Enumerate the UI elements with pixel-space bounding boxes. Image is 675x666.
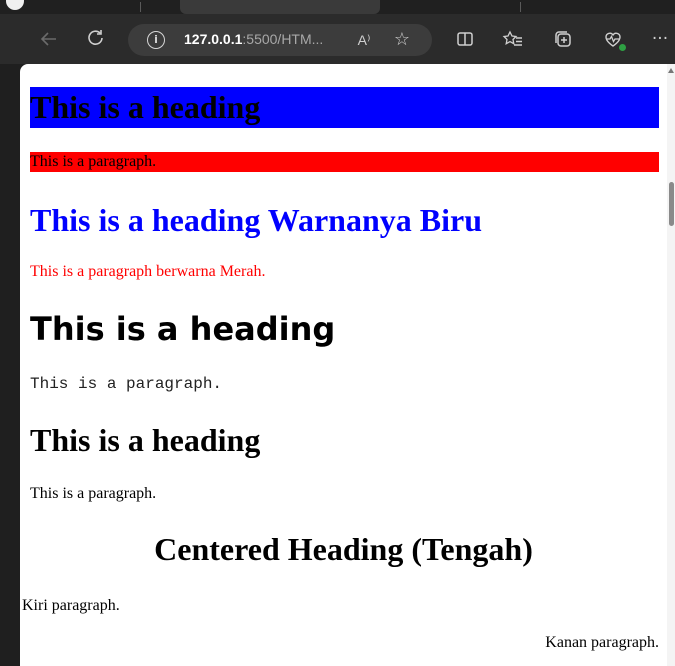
browser-toolbar: i 127.0.0.1:5500/HTM... A⁾ ☆ ··· [0, 14, 675, 64]
tab-separator [140, 2, 141, 12]
paragraph-plain: This is a paragraph. [30, 485, 157, 502]
paragraph-monospace: This is a paragraph. [30, 375, 223, 393]
back-icon[interactable] [36, 26, 62, 52]
profile-avatar[interactable] [6, 0, 24, 10]
heading-blue-text: This is a heading Warnanya Biru [30, 202, 482, 238]
paragraph-red-background: This is a paragraph. [30, 152, 659, 172]
paragraph-left: Kiri paragraph. [22, 597, 120, 614]
split-screen-icon[interactable] [452, 26, 478, 52]
window-edge [0, 64, 20, 666]
more-icon[interactable]: ··· [648, 26, 672, 52]
read-aloud-icon[interactable]: A⁾ [352, 28, 376, 52]
url-path: :5500/HTM... [242, 31, 324, 47]
active-tab[interactable] [180, 0, 380, 14]
health-icon[interactable] [600, 26, 626, 52]
status-dot [619, 44, 626, 51]
scroll-up-arrow-icon[interactable] [668, 68, 674, 73]
collections-icon[interactable] [550, 26, 576, 52]
vertical-scrollbar[interactable] [667, 64, 675, 666]
favorite-star-icon[interactable]: ☆ [390, 28, 414, 52]
paragraph-red-text: This is a paragraph berwarna Merah. [30, 263, 266, 280]
tab-separator [520, 2, 521, 12]
tab-strip [0, 0, 675, 14]
heading-plain: This is a heading [30, 422, 261, 458]
address-bar[interactable]: i 127.0.0.1:5500/HTM... A⁾ ☆ [128, 24, 432, 56]
heading-sans-serif: This is a heading [30, 310, 336, 348]
page-viewport: This is a heading This is a paragraph. T… [20, 64, 675, 666]
paragraph-right: Kanan paragraph. [545, 634, 659, 651]
info-icon[interactable]: i [147, 31, 165, 49]
url-host: 127.0.0.1 [184, 31, 243, 47]
heading-blue-background: This is a heading [30, 87, 659, 128]
scroll-thumb[interactable] [669, 182, 674, 226]
favorites-list-icon[interactable] [500, 26, 526, 52]
heading-centered: Centered Heading (Tengah) [154, 531, 533, 567]
url-text[interactable]: 127.0.0.1:5500/HTM... [184, 31, 323, 47]
refresh-icon[interactable] [83, 26, 109, 52]
